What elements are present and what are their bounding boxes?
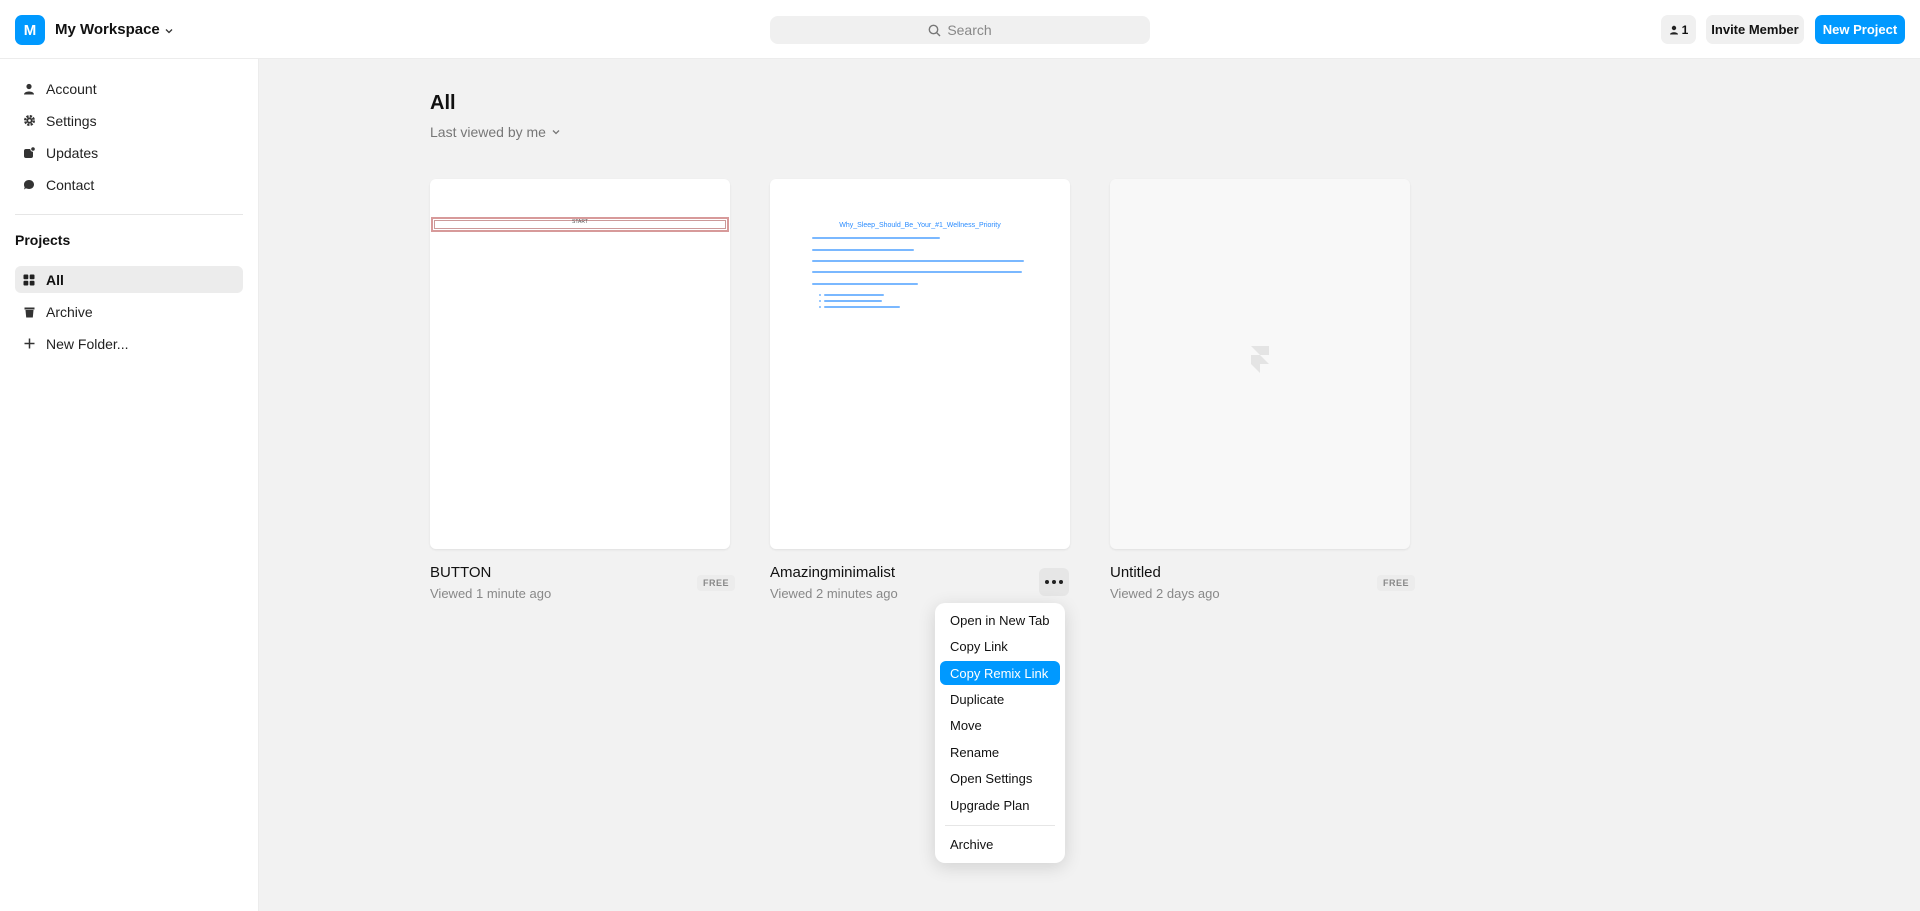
sidebar-item-label: New Folder...: [46, 335, 129, 352]
project-thumbnail[interactable]: [1110, 179, 1410, 549]
thumbnail-text-line: [824, 294, 884, 296]
project-thumbnail[interactable]: [770, 179, 1070, 549]
sidebar-item-label: Updates: [46, 144, 99, 161]
thumbnail-text-line: [824, 306, 900, 308]
thumbnail-bullet: [819, 300, 821, 302]
menu-item-upgrade-plan[interactable]: Upgrade Plan: [940, 793, 1060, 817]
workspace-name: My Workspace: [55, 21, 160, 38]
search-input[interactable]: Search: [770, 16, 1150, 44]
project-name[interactable]: BUTTON: [430, 564, 491, 581]
sidebar-item-label: Account: [46, 80, 97, 97]
plan-badge: FREE: [1377, 575, 1416, 591]
menu-item-archive[interactable]: Archive: [940, 832, 1060, 856]
sidebar-divider: [15, 214, 243, 215]
menu-item-duplicate[interactable]: Duplicate: [940, 687, 1060, 711]
sidebar-item-archive[interactable]: Archive: [15, 298, 243, 325]
thumbnail-title: Why_Sleep_Should_Be_Your_#1_Wellness_Pri…: [839, 222, 1001, 229]
thumbnail-button-preview: START: [431, 217, 729, 232]
new-project-button[interactable]: New Project: [1815, 15, 1905, 44]
plus-icon: [22, 337, 36, 351]
chevron-down-icon: [165, 28, 173, 33]
chat-icon: [22, 178, 36, 192]
project-viewed: Viewed 2 minutes ago: [770, 586, 898, 601]
trash-icon: [22, 305, 36, 319]
project-viewed: Viewed 1 minute ago: [430, 586, 552, 601]
projects-section-title: Projects: [15, 232, 71, 248]
project-name[interactable]: Untitled: [1110, 564, 1161, 581]
thumbnail-text-line: [824, 300, 882, 302]
member-count: 1: [1681, 22, 1689, 37]
sidebar-item-label: Settings: [46, 112, 97, 129]
thumbnail-text-line: [812, 260, 1024, 262]
top-bar: M My Workspace Search 1 Invite Member Ne…: [0, 0, 1920, 59]
workspace-switcher[interactable]: My Workspace: [55, 21, 174, 38]
project-viewed: Viewed 2 days ago: [1110, 586, 1220, 601]
dot-icon: [1059, 580, 1063, 584]
project-name[interactable]: Amazingminimalist: [770, 564, 895, 581]
sidebar-item-all[interactable]: All: [15, 266, 243, 293]
sidebar-item-account[interactable]: Account: [15, 75, 243, 102]
menu-item-copy-remix-link[interactable]: Copy Remix Link: [940, 661, 1060, 685]
sort-dropdown[interactable]: Last viewed by me: [430, 124, 561, 140]
gear-icon: [22, 114, 36, 128]
thumbnail-bullet: [819, 306, 821, 308]
menu-item-open-settings[interactable]: Open Settings: [940, 766, 1060, 790]
thumbnail-text-line: [812, 237, 940, 239]
new-folder-button[interactable]: New Folder...: [15, 330, 243, 357]
thumbnail-text-line: [812, 283, 918, 285]
grid-icon: [22, 273, 36, 287]
sidebar: Account Settings Updates Contact Project…: [0, 59, 259, 911]
search-placeholder: Search: [947, 22, 992, 38]
menu-item-copy-link[interactable]: Copy Link: [940, 634, 1060, 658]
user-icon: [22, 82, 36, 96]
chevron-down-icon: [552, 130, 560, 135]
thumbnail-text-line: [812, 249, 914, 251]
menu-divider: [945, 825, 1055, 826]
search-icon: [928, 24, 941, 36]
sidebar-item-settings[interactable]: Settings: [15, 107, 243, 134]
project-context-menu: Open in New Tab Copy Link Copy Remix Lin…: [935, 603, 1065, 863]
sidebar-item-contact[interactable]: Contact: [15, 171, 243, 198]
project-thumbnail[interactable]: [430, 179, 730, 549]
thumbnail-text: START: [572, 219, 588, 225]
menu-item-rename[interactable]: Rename: [940, 740, 1060, 764]
thumbnail-bullet: [819, 294, 821, 296]
framer-logo-icon: [1251, 346, 1269, 373]
user-icon: [1669, 25, 1678, 34]
invite-member-button[interactable]: Invite Member: [1706, 15, 1804, 44]
dot-icon: [1045, 580, 1049, 584]
workspace-avatar[interactable]: M: [15, 15, 45, 45]
more-options-button[interactable]: [1039, 568, 1069, 596]
sidebar-item-label: Archive: [46, 303, 93, 320]
dot-icon: [1052, 580, 1056, 584]
menu-item-move[interactable]: Move: [940, 713, 1060, 737]
sidebar-item-label: Contact: [46, 176, 95, 193]
menu-item-open-new-tab[interactable]: Open in New Tab: [940, 608, 1060, 632]
sidebar-item-label: All: [46, 271, 64, 288]
members-button[interactable]: 1: [1661, 15, 1696, 44]
thumbnail-text-line: [812, 271, 1022, 273]
sort-label: Last viewed by me: [430, 124, 546, 140]
page-title: All: [430, 92, 456, 114]
updates-icon: [22, 146, 36, 160]
plan-badge: FREE: [697, 575, 736, 591]
sidebar-item-updates[interactable]: Updates: [15, 139, 243, 166]
